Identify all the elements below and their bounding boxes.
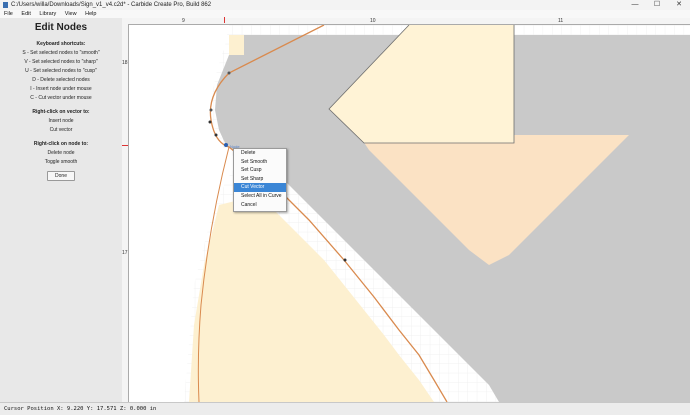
minimize-icon[interactable]: —: [624, 0, 646, 10]
node-actions-title: Right-click on node to:: [33, 141, 89, 147]
maximize-icon[interactable]: ☐: [646, 0, 668, 10]
shortcut-line: I - Insert node under mouse: [30, 86, 92, 92]
panel-heading: Edit Nodes: [34, 22, 88, 33]
menu-view[interactable]: View: [65, 10, 77, 18]
edit-nodes-panel: Edit Nodes Keyboard shortcuts: S - Set s…: [0, 18, 123, 402]
menu-edit[interactable]: Edit: [21, 10, 30, 18]
close-icon[interactable]: ✕: [668, 0, 690, 10]
top-ruler: [122, 17, 690, 25]
cursor-position-readout: Cursor Position X: 9.220 Y: 17.571 Z: 0.…: [4, 406, 157, 412]
ruler-tick-label: 10: [370, 18, 376, 24]
ruler-tick-label: 17: [122, 250, 128, 256]
menu-item-select-all-in-curve[interactable]: Select All in Curve: [234, 192, 286, 201]
menu-item-cancel[interactable]: Cancel: [234, 201, 286, 210]
selected-node[interactable]: [224, 143, 228, 147]
shortcut-line: U - Set selected nodes to "cusp": [25, 68, 97, 74]
shortcut-line: D - Delete selected nodes: [32, 77, 90, 83]
cursor-marker-x: [224, 17, 225, 23]
ruler-tick-label: 11: [558, 18, 564, 24]
menu-library[interactable]: Library: [39, 10, 56, 18]
title-bar: C:/Users/willa/Downloads/Sign_v1_v4.c2d*…: [0, 0, 690, 10]
menu-item-set-smooth[interactable]: Set Smooth: [234, 158, 286, 167]
status-bar: Cursor Position X: 9.220 Y: 17.571 Z: 0.…: [0, 402, 690, 415]
vector-node[interactable]: [214, 133, 218, 137]
menu-item-delete[interactable]: Delete: [234, 149, 286, 158]
node-action: Delete node: [47, 150, 75, 156]
vector-action: Cut vector: [49, 127, 73, 133]
menu-help[interactable]: Help: [85, 10, 96, 18]
vector-node[interactable]: [208, 120, 212, 124]
ruler-tick-label: 9: [182, 18, 185, 24]
menu-item-cut-vector[interactable]: Cut Vector: [234, 183, 286, 192]
shortcut-line: C - Cut vector under mouse: [30, 95, 92, 101]
app-icon: [3, 2, 8, 8]
node-context-menu: Delete Set Smooth Set Cusp Set Sharp Cut…: [233, 148, 287, 212]
cursor-marker-y: [122, 145, 128, 146]
window-title: C:/Users/willa/Downloads/Sign_v1_v4.c2d*…: [11, 2, 212, 8]
node-action: Toggle smooth: [44, 159, 78, 165]
design-canvas[interactable]: Node: [129, 25, 690, 402]
menu-file[interactable]: File: [4, 10, 13, 18]
shortcut-line: S - Set selected nodes to "smooth": [22, 50, 100, 56]
vector-node[interactable]: [343, 258, 347, 262]
menu-item-set-sharp[interactable]: Set Sharp: [234, 175, 286, 184]
done-button[interactable]: Done: [47, 171, 75, 181]
menu-bar: File Edit Library View Help: [0, 10, 690, 18]
window-controls: — ☐ ✕: [624, 0, 690, 10]
shortcut-line: V - Set selected nodes to "sharp": [24, 59, 98, 65]
cream-region-upper: [229, 35, 244, 55]
left-ruler: [122, 24, 129, 402]
vector-node[interactable]: [227, 71, 231, 75]
vector-action: Insert node: [48, 118, 74, 124]
canvas-drawing[interactable]: [129, 25, 690, 402]
vector-actions-title: Right-click on vector to:: [32, 109, 90, 115]
vector-node[interactable]: [209, 108, 213, 112]
ruler-tick-label: 18: [122, 60, 128, 66]
shortcuts-title: Keyboard shortcuts:: [36, 41, 86, 47]
menu-item-set-cusp[interactable]: Set Cusp: [234, 166, 286, 175]
